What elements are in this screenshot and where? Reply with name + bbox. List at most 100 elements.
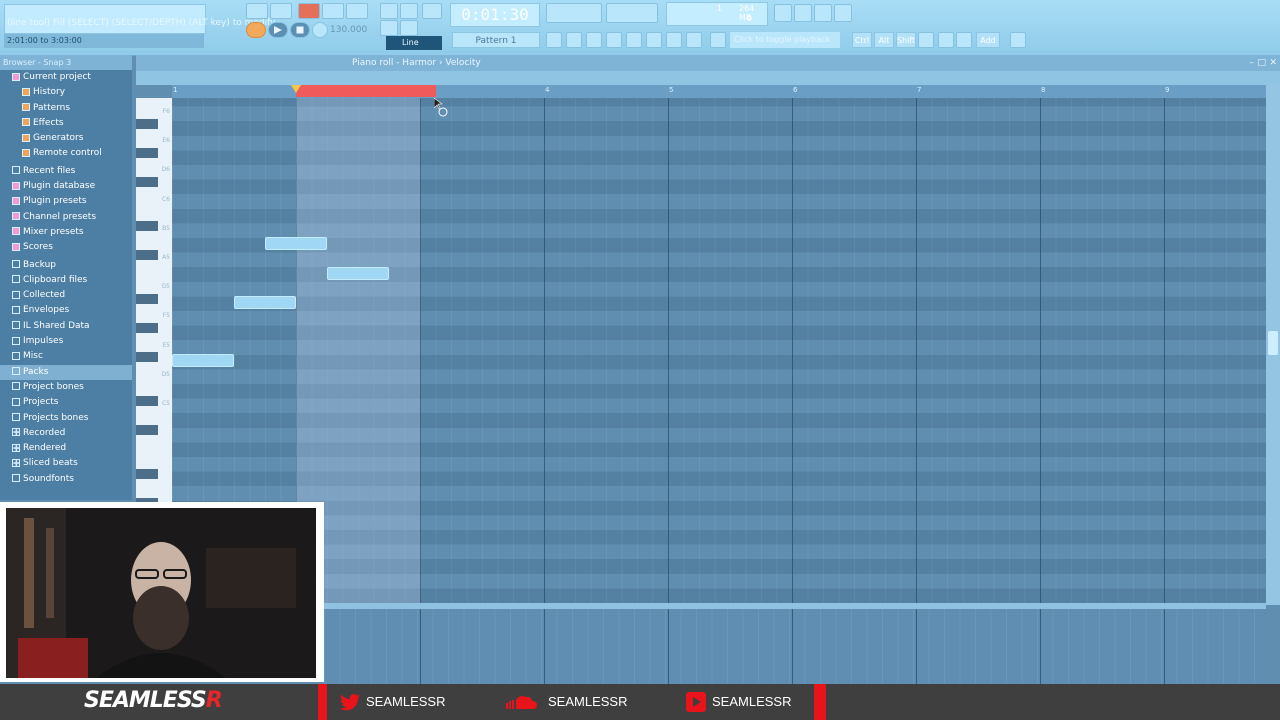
browser-item[interactable]: Generators	[0, 131, 132, 146]
velocity-pane[interactable]	[324, 609, 1266, 684]
tempo-display[interactable]: 130.000	[330, 22, 370, 38]
playlist-icon[interactable]	[546, 32, 562, 48]
mic-icon[interactable]	[814, 4, 832, 22]
typing-keyboard-button[interactable]	[380, 3, 398, 19]
browser-item-label: Backup	[23, 259, 56, 270]
bar-line	[916, 98, 917, 603]
line-mode-select[interactable]: Line	[386, 36, 442, 50]
touch-controller-icon[interactable]	[686, 32, 702, 48]
browser-item[interactable]: Plugin presets	[0, 194, 132, 209]
tool-pencil-button[interactable]	[380, 20, 398, 36]
note-grid[interactable]	[172, 98, 1266, 603]
step-edit-button[interactable]	[400, 3, 418, 19]
countdown-button[interactable]	[346, 3, 368, 19]
midi-note[interactable]	[234, 295, 296, 309]
playhead-marker[interactable]	[291, 85, 301, 93]
black-key[interactable]	[136, 352, 158, 363]
browser-icon[interactable]	[626, 32, 642, 48]
snap-shift-button[interactable]: Shift	[896, 32, 916, 48]
hint-text: (line tool) Fill (SELECT) (SELECT/DEPTH)…	[7, 18, 276, 28]
stop-button[interactable]	[290, 22, 310, 38]
online-icon[interactable]	[774, 4, 792, 22]
channel-rack-icon[interactable]	[566, 32, 582, 48]
metronome-button[interactable]	[298, 3, 320, 19]
pin-icon[interactable]	[1010, 32, 1026, 48]
wait-for-input-button[interactable]	[322, 3, 344, 19]
browser-item[interactable]: Channel presets	[0, 210, 132, 225]
tools-icon[interactable]	[794, 4, 812, 22]
piano-roll-breadcrumb[interactable]: Piano roll - Harmor › Velocity	[136, 58, 481, 68]
recording-mode-button[interactable]	[270, 3, 292, 19]
master-pitch-slider[interactable]	[606, 3, 658, 23]
blend-notes-button[interactable]	[422, 3, 442, 19]
loop-icon[interactable]	[246, 22, 266, 38]
browser-item[interactable]: ✚ Recorded	[0, 426, 132, 441]
browser-item-label: Plugin database	[23, 181, 96, 192]
black-key[interactable]	[136, 147, 158, 158]
black-key[interactable]	[136, 293, 158, 304]
black-key[interactable]	[136, 323, 158, 333]
browser-item[interactable]: Projects bones	[0, 411, 132, 426]
black-key[interactable]	[136, 220, 158, 231]
browser-item[interactable]: Soundfonts	[0, 472, 132, 487]
record-button[interactable]	[312, 22, 328, 38]
black-key[interactable]	[136, 118, 158, 129]
browser-item[interactable]: Collected	[0, 288, 132, 303]
browser-item[interactable]: ✚ Sliced beats	[0, 456, 132, 471]
close-icon[interactable]: ✕	[1269, 55, 1277, 71]
mixer-icon[interactable]	[606, 32, 622, 48]
cut-icon[interactable]	[918, 32, 934, 48]
black-key[interactable]	[136, 425, 158, 436]
help-icon[interactable]	[834, 4, 852, 22]
browser-item[interactable]: Effects	[0, 116, 132, 131]
browser-item[interactable]: ✚ Rendered	[0, 441, 132, 456]
soundcloud-handle[interactable]: SEAMLESSR	[506, 684, 627, 720]
browser-item[interactable]: Envelopes	[0, 303, 132, 318]
black-key[interactable]	[136, 250, 158, 260]
browser-item[interactable]: Scores	[0, 240, 132, 255]
browser-item[interactable]: Plugin database	[0, 179, 132, 194]
piano-roll-icon[interactable]	[586, 32, 602, 48]
copy-icon[interactable]	[938, 32, 954, 48]
add-button[interactable]: Add	[976, 32, 1000, 48]
browser-item[interactable]: IL Shared Data	[0, 319, 132, 334]
browser-item[interactable]: Backup	[0, 258, 132, 273]
browser-item[interactable]: Current project	[0, 70, 132, 85]
midi-note[interactable]	[172, 354, 234, 368]
snap-alt-button[interactable]: Alt	[874, 32, 894, 48]
browser-item[interactable]: Remote control	[0, 146, 132, 161]
browser-item[interactable]: Projects	[0, 395, 132, 410]
twitter-handle[interactable]: SEAMLESSR	[340, 684, 445, 720]
play-button[interactable]	[268, 22, 288, 38]
midi-note[interactable]	[327, 266, 389, 280]
browser-item[interactable]: Project bones	[0, 380, 132, 395]
browser-item[interactable]: Packs	[0, 364, 132, 380]
snap-ctrl-button[interactable]: Ctrl	[852, 32, 872, 48]
black-key[interactable]	[136, 469, 158, 479]
vertical-scroll-thumb[interactable]	[1268, 331, 1278, 355]
vertical-scrollbar[interactable]	[1266, 85, 1280, 605]
plugin-picker-icon[interactable]	[646, 32, 662, 48]
browser-item[interactable]: Clipboard files	[0, 273, 132, 288]
song-time-display[interactable]: 0:01:30	[450, 3, 540, 27]
tool-link-button[interactable]	[400, 20, 418, 36]
midi-note[interactable]	[265, 237, 327, 251]
paste-icon[interactable]	[956, 32, 972, 48]
project-info-icon[interactable]	[666, 32, 682, 48]
pattern-song-toggle-button[interactable]	[246, 3, 268, 19]
youtube-handle[interactable]: SEAMLESSR	[686, 684, 791, 720]
piano-keyboard[interactable]: F6 E6 D6 C6 B5 A5 G5 F5 E5 D5 C5	[136, 98, 172, 502]
maximize-icon[interactable]: □	[1257, 55, 1266, 71]
browser-item[interactable]: History	[0, 85, 132, 100]
master-volume-slider[interactable]	[546, 3, 602, 23]
browser-item[interactable]: Misc	[0, 349, 132, 364]
minimize-icon[interactable]: –	[1250, 55, 1255, 71]
browser-item[interactable]: Patterns	[0, 101, 132, 116]
browser-item[interactable]: Recent files	[0, 164, 132, 179]
black-key[interactable]	[136, 396, 158, 406]
pattern-selector[interactable]: Pattern 1	[452, 32, 540, 48]
loop-region[interactable]	[296, 85, 436, 97]
black-key[interactable]	[136, 177, 158, 187]
browser-item[interactable]: Mixer presets	[0, 225, 132, 240]
browser-item[interactable]: Impulses	[0, 334, 132, 349]
